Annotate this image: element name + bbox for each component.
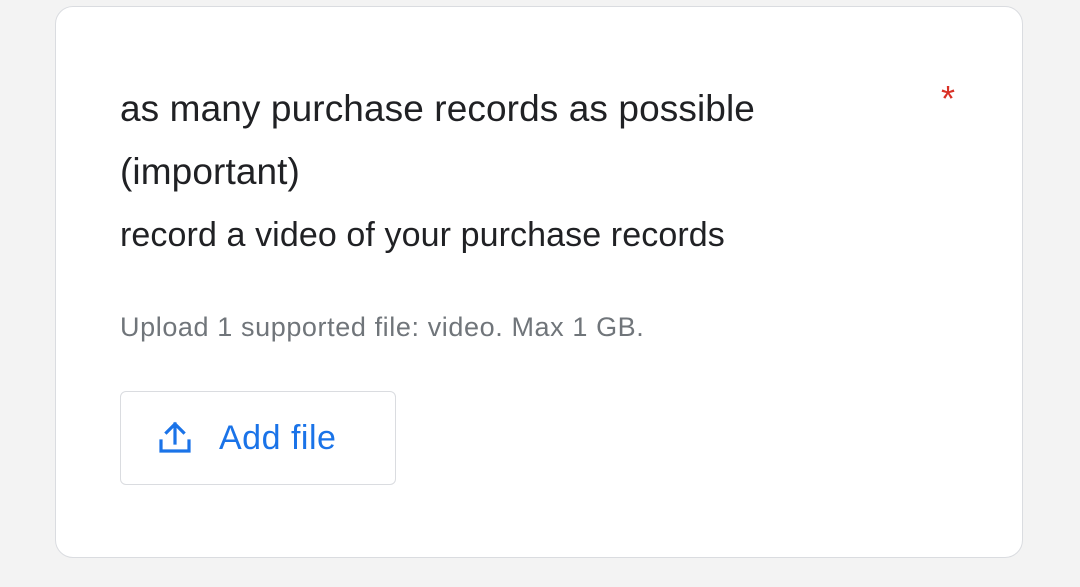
upload-icon xyxy=(157,420,193,456)
upload-hint: Upload 1 supported file: video. Max 1 GB… xyxy=(120,312,645,342)
add-file-label: Add file xyxy=(219,418,337,457)
file-upload-question-card: as many purchase records as possible (im… xyxy=(55,6,1023,558)
add-file-button[interactable]: Add file xyxy=(120,391,396,485)
required-indicator: * xyxy=(941,78,956,119)
question-title: as many purchase records as possible (im… xyxy=(120,88,755,192)
question-description: record a video of your purchase records xyxy=(120,216,725,254)
